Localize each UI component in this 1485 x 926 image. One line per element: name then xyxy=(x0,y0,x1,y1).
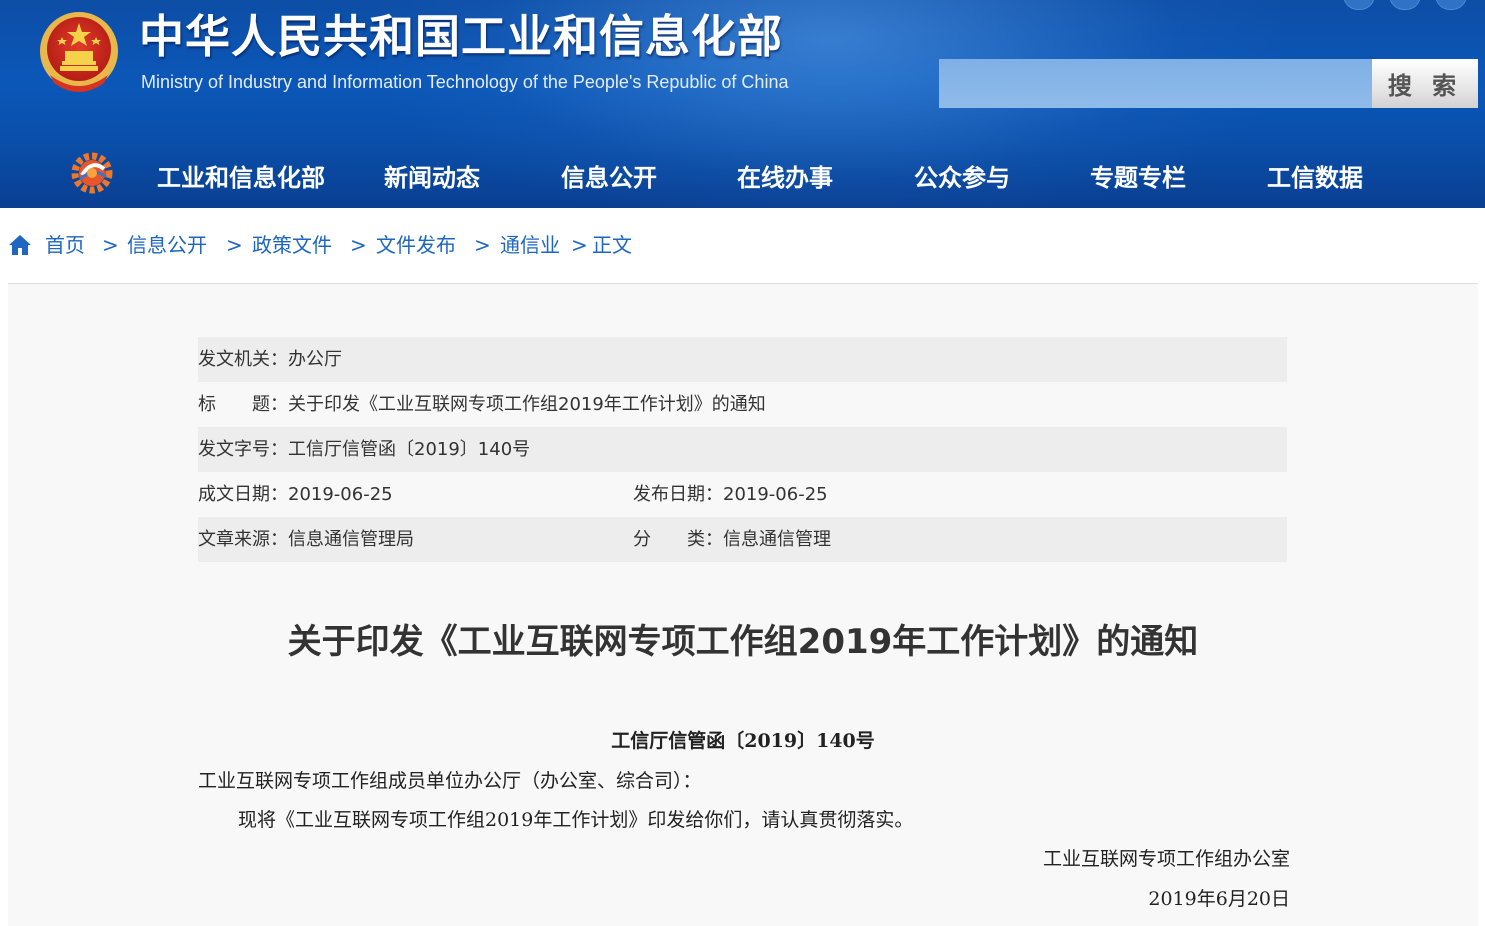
breadcrumb-current: 正文 xyxy=(592,233,632,257)
utility-tab[interactable] xyxy=(1343,0,1375,10)
meta-created-date: 成文日期：2019-06-25 xyxy=(198,484,393,505)
meta-row: 文章来源：信息通信管理局 分 类：信息通信管理 xyxy=(198,517,1287,562)
breadcrumb-home[interactable]: 首页 xyxy=(45,228,85,262)
search-button[interactable]: 搜 索 xyxy=(1372,59,1478,108)
utility-tab[interactable] xyxy=(1435,0,1467,10)
nav-item-ministry[interactable]: 工业和信息化部 xyxy=(157,160,325,196)
article-content: 发文机关：办公厅 标 题：关于印发《工业互联网专项工作组2019年工作计划》的通… xyxy=(8,284,1478,926)
main-nav: 工业和信息化部 新闻动态 信息公开 在线办事 公众参与 专题专栏 工信数据 xyxy=(0,148,1485,208)
breadcrumb-separator: > xyxy=(474,233,491,257)
national-emblem-icon xyxy=(40,12,118,92)
breadcrumb-info-disclosure[interactable]: 信息公开 xyxy=(127,228,207,262)
article-title: 关于印发《工业互联网专项工作组2019年工作计划》的通知 xyxy=(287,622,1199,662)
nav-item-news[interactable]: 新闻动态 xyxy=(384,160,480,196)
breadcrumb-separator: > xyxy=(571,233,588,257)
breadcrumb-separator: > xyxy=(226,233,243,257)
meta-published-date: 发布日期：2019-06-25 xyxy=(633,484,828,505)
meta-category: 分 类：信息通信管理 xyxy=(633,529,831,550)
article-signature: 工业互联网专项工作组办公室 xyxy=(1042,848,1290,870)
breadcrumb-telecom[interactable]: 通信业 xyxy=(500,228,560,262)
article-salutation: 工业互联网专项工作组成员单位办公厅（办公室、综合司）： xyxy=(198,770,702,792)
article-paragraph: 现将《工业互联网专项工作组2019年工作计划》印发给你们，请认真贯彻落实。 xyxy=(238,809,914,831)
meta-row: 标 题：关于印发《工业互联网专项工作组2019年工作计划》的通知 xyxy=(198,382,1287,427)
nav-item-online-services[interactable]: 在线办事 xyxy=(737,160,833,196)
breadcrumb-doc-release[interactable]: 文件发布 xyxy=(376,228,456,262)
meta-doc-number: 发文字号：工信厅信管函〔2019〕140号 xyxy=(198,439,531,460)
meta-source: 文章来源：信息通信管理局 xyxy=(198,529,414,550)
article-doc-number: 工信厅信管函〔2019〕140号 xyxy=(611,730,875,752)
nav-item-data[interactable]: 工信数据 xyxy=(1267,160,1363,196)
utility-tab[interactable] xyxy=(1389,0,1421,10)
breadcrumb-policy-docs[interactable]: 政策文件 xyxy=(252,228,332,262)
nav-item-special-topics[interactable]: 专题专栏 xyxy=(1090,160,1186,196)
meta-row: 发文机关：办公厅 xyxy=(198,337,1287,382)
site-title: 中华人民共和国工业和信息化部 xyxy=(139,10,784,63)
nav-item-public-participation[interactable]: 公众参与 xyxy=(914,160,1010,196)
site-header: 中华人民共和国工业和信息化部 Ministry of Industry and … xyxy=(0,0,1485,208)
meta-row: 成文日期：2019-06-25 发布日期：2019-06-25 xyxy=(198,472,1287,517)
article-date: 2019年6月20日 xyxy=(1148,888,1290,910)
meta-title: 标 题：关于印发《工业互联网专项工作组2019年工作计划》的通知 xyxy=(198,394,766,415)
breadcrumb-separator: > xyxy=(350,233,367,257)
search-input[interactable] xyxy=(939,59,1372,108)
breadcrumb-separator: > xyxy=(102,233,119,257)
meta-issuer: 发文机关：办公厅 xyxy=(198,349,342,370)
nav-item-info-disclosure[interactable]: 信息公开 xyxy=(561,160,657,196)
top-utility-tabs xyxy=(1329,0,1467,14)
home-icon[interactable] xyxy=(8,234,32,256)
ministry-gear-logo-icon[interactable] xyxy=(66,151,118,195)
meta-row: 发文字号：工信厅信管函〔2019〕140号 xyxy=(198,427,1287,472)
document-metadata-table: 发文机关：办公厅 标 题：关于印发《工业互联网专项工作组2019年工作计划》的通… xyxy=(198,337,1287,562)
site-subtitle: Ministry of Industry and Information Tec… xyxy=(141,72,789,92)
